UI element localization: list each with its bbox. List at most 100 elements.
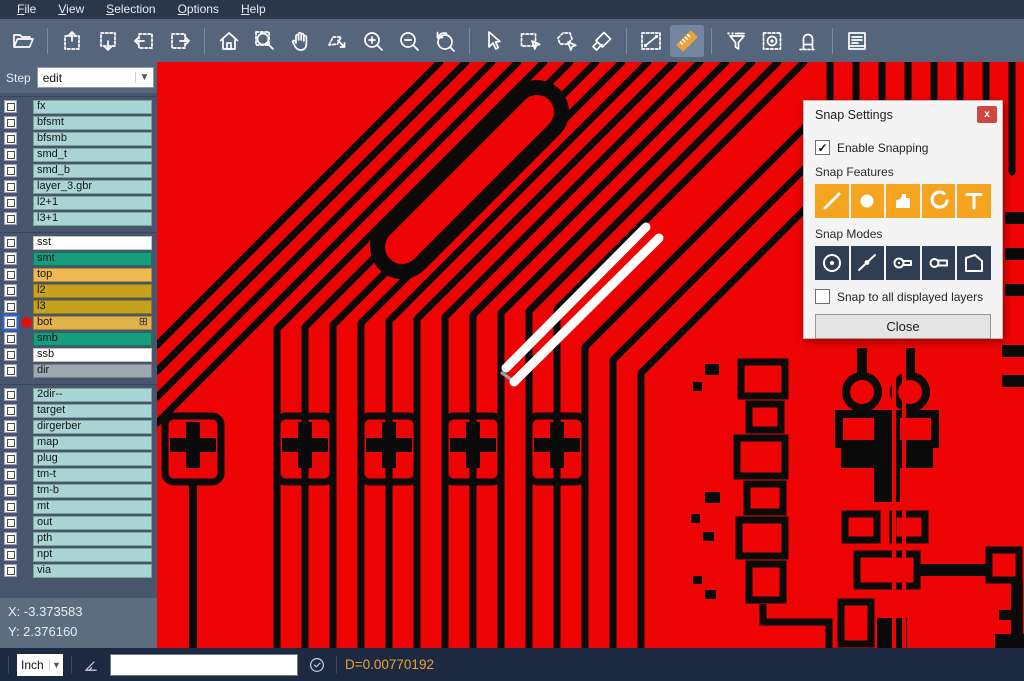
layer-visibility-checkbox[interactable]: [4, 388, 17, 401]
measure-ruler-button[interactable]: [670, 25, 704, 57]
snap-contour-open-button[interactable]: [922, 246, 956, 280]
layer-item-target[interactable]: target: [33, 404, 152, 418]
pan-hand-button[interactable]: [284, 25, 318, 57]
layer-item-l2+1[interactable]: l2+1: [33, 196, 152, 210]
angle-measure-icon[interactable]: [80, 654, 102, 676]
select-poly-button[interactable]: [549, 25, 583, 57]
layer-item-smb[interactable]: smb: [33, 332, 152, 346]
command-input[interactable]: [110, 654, 298, 676]
select-rect-button[interactable]: [513, 25, 547, 57]
layer-item-bfsmb[interactable]: bfsmb: [33, 132, 152, 146]
zoom-previous-button[interactable]: [428, 25, 462, 57]
layer-visibility-checkbox[interactable]: [4, 364, 17, 377]
layer-item-ssb[interactable]: ssb: [33, 348, 152, 362]
menu-item-selection[interactable]: Selection: [95, 0, 166, 19]
layer-item-pth[interactable]: pth: [33, 532, 152, 546]
select-button[interactable]: [477, 25, 511, 57]
menu-item-options[interactable]: Options: [167, 0, 230, 19]
snap-outline-button[interactable]: [957, 246, 991, 280]
menu-item-view[interactable]: View: [47, 0, 95, 19]
layer-item-tm-t[interactable]: tm-t: [33, 468, 152, 482]
pan-left-button[interactable]: [127, 25, 161, 57]
dialog-title-bar[interactable]: Snap Settings x: [804, 101, 1002, 128]
pan-up-button[interactable]: [55, 25, 89, 57]
snap-magnet-button[interactable]: [791, 25, 825, 57]
snap-arc-button[interactable]: [922, 184, 956, 218]
layer-item-l3+1[interactable]: l3+1: [33, 212, 152, 226]
layer-visibility-checkbox[interactable]: [4, 164, 17, 177]
close-icon[interactable]: x: [977, 106, 997, 123]
layer-item-l3[interactable]: l3: [33, 300, 152, 314]
layer-item-tm-b[interactable]: tm-b: [33, 484, 152, 498]
layer-item-top[interactable]: top: [33, 268, 152, 282]
layer-visibility-checkbox[interactable]: [4, 564, 17, 577]
snap-text-button[interactable]: [957, 184, 991, 218]
layer-item-smd_b[interactable]: smd_b: [33, 164, 152, 178]
layer-item-mt[interactable]: mt: [33, 500, 152, 514]
layer-item-via[interactable]: via: [33, 564, 152, 578]
layer-visibility-checkbox[interactable]: [4, 332, 17, 345]
layer-visibility-checkbox[interactable]: [4, 500, 17, 513]
layer-visibility-checkbox[interactable]: [4, 516, 17, 529]
menu-item-file[interactable]: File: [6, 0, 47, 19]
report-button[interactable]: [840, 25, 874, 57]
grid-icon[interactable]: ⊞: [139, 316, 148, 329]
layer-item-fx[interactable]: fx: [33, 100, 152, 114]
open-button[interactable]: [6, 25, 40, 57]
layer-visibility-checkbox[interactable]: [4, 116, 17, 129]
layer-visibility-checkbox[interactable]: [4, 348, 17, 361]
layer-visibility-checkbox[interactable]: [4, 300, 17, 313]
step-dropdown[interactable]: edit ▼: [37, 67, 154, 88]
layer-item-out[interactable]: out: [33, 516, 152, 530]
snap-surface-button[interactable]: [886, 184, 920, 218]
layer-item-2dir--[interactable]: 2dir--: [33, 388, 152, 402]
layer-visibility-checkbox[interactable]: [4, 236, 17, 249]
unit-dropdown[interactable]: Inch ▼: [17, 654, 63, 676]
pan-right-button[interactable]: [163, 25, 197, 57]
zoom-window-button[interactable]: [248, 25, 282, 57]
pan-down-button[interactable]: [91, 25, 125, 57]
layer-visibility-checkbox[interactable]: [4, 268, 17, 281]
layer-item-smt[interactable]: smt: [33, 252, 152, 266]
layer-item-bfsmt[interactable]: bfsmt: [33, 116, 152, 130]
clear-brush-button[interactable]: [585, 25, 619, 57]
layer-visibility-checkbox[interactable]: [4, 436, 17, 449]
zoom-in-button[interactable]: [356, 25, 390, 57]
view-options-button[interactable]: [755, 25, 789, 57]
layer-visibility-checkbox[interactable]: [4, 484, 17, 497]
snap-midpoint-button[interactable]: [851, 246, 885, 280]
layer-visibility-checkbox[interactable]: [4, 548, 17, 561]
close-button[interactable]: Close: [815, 314, 991, 339]
menu-item-help[interactable]: Help: [230, 0, 277, 19]
layer-visibility-checkbox[interactable]: [4, 316, 17, 329]
snap-all-layers-checkbox[interactable]: [815, 289, 830, 304]
snap-line-button[interactable]: [815, 184, 849, 218]
layer-visibility-checkbox[interactable]: [4, 420, 17, 433]
layer-item-bot[interactable]: bot⊞: [33, 316, 152, 330]
layer-item-map[interactable]: map: [33, 436, 152, 450]
layer-item-dirgerber[interactable]: dirgerber: [33, 420, 152, 434]
layer-item-l2[interactable]: l2: [33, 284, 152, 298]
layer-visibility-checkbox[interactable]: [4, 196, 17, 209]
layer-visibility-checkbox[interactable]: [4, 148, 17, 161]
view-move-button[interactable]: [320, 25, 354, 57]
layer-visibility-checkbox[interactable]: [4, 532, 17, 545]
layer-visibility-checkbox[interactable]: [4, 468, 17, 481]
layer-visibility-checkbox[interactable]: [4, 252, 17, 265]
layer-visibility-checkbox[interactable]: [4, 284, 17, 297]
layer-visibility-checkbox[interactable]: [4, 100, 17, 113]
layer-item-layer_3.gbr[interactable]: layer_3.gbr: [33, 180, 152, 194]
layer-item-plug[interactable]: plug: [33, 452, 152, 466]
layer-visibility-checkbox[interactable]: [4, 132, 17, 145]
enable-snapping-checkbox[interactable]: ✓: [815, 140, 830, 155]
home-button[interactable]: [212, 25, 246, 57]
filter-button[interactable]: [719, 25, 753, 57]
snap-contour-slot-button[interactable]: [886, 246, 920, 280]
measure-line-button[interactable]: [634, 25, 668, 57]
layer-visibility-checkbox[interactable]: [4, 404, 17, 417]
snap-center-button[interactable]: [815, 246, 849, 280]
layer-visibility-checkbox[interactable]: [4, 212, 17, 225]
layer-item-sst[interactable]: sst: [33, 236, 152, 250]
layer-visibility-checkbox[interactable]: [4, 180, 17, 193]
layer-item-smd_t[interactable]: smd_t: [33, 148, 152, 162]
